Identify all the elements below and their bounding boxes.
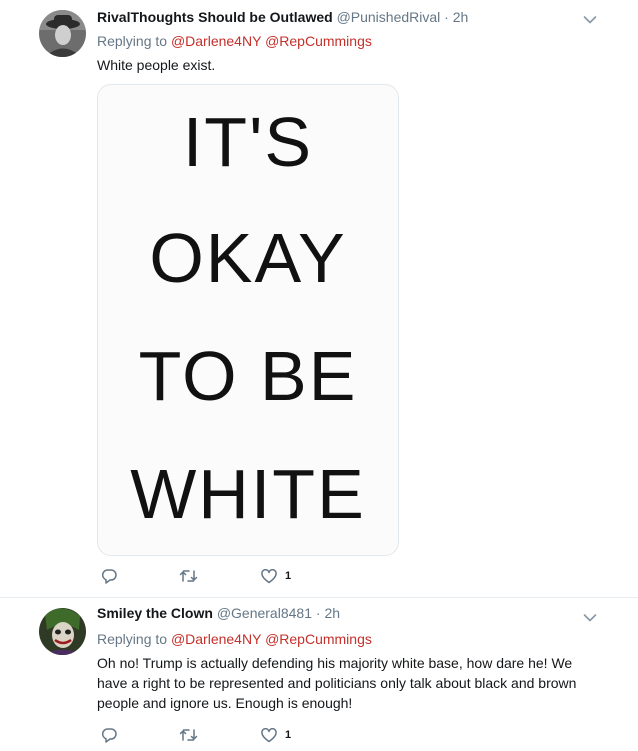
reply-icon — [101, 568, 118, 584]
retweet-icon — [179, 728, 198, 742]
timestamp[interactable]: 2h — [324, 605, 340, 621]
chevron-down-icon[interactable] — [583, 12, 597, 24]
mention-link[interactable]: @RepCummings — [265, 631, 372, 647]
separator: · — [444, 9, 449, 25]
tweet-header: RivalThoughts Should be Outlawed @Punish… — [97, 8, 468, 26]
tweet-text: White people exist. — [97, 57, 216, 73]
like-count: 1 — [285, 729, 292, 741]
tweet-actions: 1 — [97, 566, 317, 586]
avatar[interactable] — [39, 10, 86, 57]
replying-to: Replying to @Darlene4NY @RepCummings — [97, 630, 372, 648]
tweet-image[interactable]: IT'S OKAY TO BE WHITE — [97, 84, 399, 556]
image-text-line: WHITE — [130, 455, 366, 533]
retweet-icon — [179, 569, 198, 583]
like-count: 1 — [285, 570, 292, 582]
retweet-button[interactable] — [179, 725, 198, 745]
like-button[interactable]: 1 — [261, 566, 291, 586]
like-button[interactable]: 1 — [261, 725, 291, 745]
user-handle[interactable]: @General8481 — [217, 605, 312, 621]
retweet-button[interactable] — [179, 566, 198, 586]
like-icon — [261, 568, 277, 584]
tweet[interactable]: Smiley the Clown @General8481 · 2h Reply… — [0, 598, 638, 751]
avatar[interactable] — [39, 608, 86, 655]
timestamp[interactable]: 2h — [453, 9, 469, 25]
mention-link[interactable]: @RepCummings — [265, 33, 372, 49]
tweet-text: Oh no! Trump is actually defending his m… — [97, 655, 577, 711]
tweet-header: Smiley the Clown @General8481 · 2h — [97, 604, 340, 622]
tweet-actions: 1 — [97, 725, 317, 745]
display-name[interactable]: Smiley the Clown — [97, 605, 213, 621]
replying-prefix: Replying to — [97, 33, 168, 49]
separator: · — [315, 605, 321, 621]
user-handle[interactable]: @PunishedRival — [337, 9, 441, 25]
mention-link[interactable]: @Darlene4NY — [171, 631, 261, 647]
replying-prefix: Replying to — [97, 631, 168, 647]
image-text-line: TO BE — [138, 337, 358, 415]
reply-button[interactable] — [101, 566, 118, 586]
image-text-line: OKAY — [149, 219, 347, 297]
tweet[interactable]: RivalThoughts Should be Outlawed @Punish… — [0, 0, 638, 597]
like-icon — [261, 727, 277, 743]
replying-to: Replying to @Darlene4NY @RepCummings — [97, 32, 372, 50]
display-name[interactable]: RivalThoughts Should be Outlawed — [97, 9, 333, 25]
reply-button[interactable] — [101, 725, 118, 745]
image-text-line: IT'S — [182, 103, 314, 181]
reply-icon — [101, 727, 118, 743]
mention-link[interactable]: @Darlene4NY — [171, 33, 261, 49]
chevron-down-icon[interactable] — [583, 610, 597, 622]
